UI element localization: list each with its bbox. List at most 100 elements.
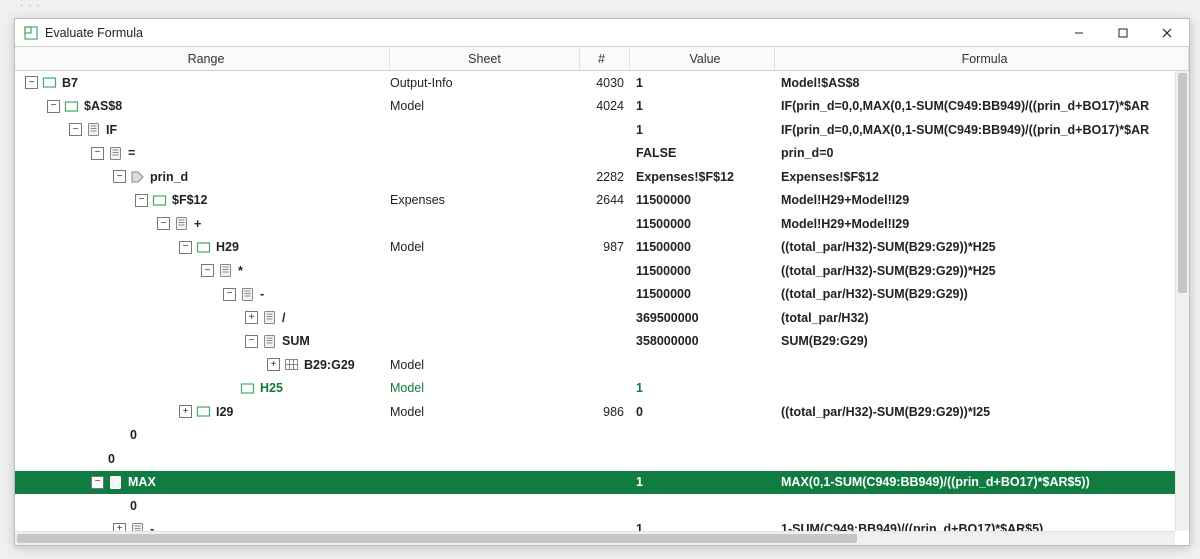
node-formula: 1-SUM(C949:BB949)/((prin_d+BO17)*$AR$5) — [775, 522, 1175, 531]
node-value: 1 — [630, 99, 775, 113]
titlebar[interactable]: Evaluate Formula — [15, 19, 1189, 47]
tree-row[interactable]: −SUM358000000SUM(B29:G29) — [15, 330, 1175, 354]
tree-row[interactable]: +/369500000(total_par/H32) — [15, 306, 1175, 330]
cell-icon — [196, 404, 211, 419]
minimize-button[interactable] — [1057, 19, 1101, 47]
window-title: Evaluate Formula — [45, 26, 143, 40]
node-range: - — [150, 522, 154, 531]
node-formula: MAX(0,1-SUM(C949:BB949)/((prin_d+BO17)*$… — [775, 475, 1175, 489]
node-range: SUM — [282, 334, 310, 348]
header-sheet[interactable]: Sheet — [390, 47, 580, 70]
expand-toggle[interactable]: + — [179, 405, 192, 418]
node-sheet: Model — [390, 99, 580, 113]
node-value: 11500000 — [630, 193, 775, 207]
node-value: Expenses!$F$12 — [630, 170, 775, 184]
node-range: = — [128, 146, 135, 160]
node-range: prin_d — [150, 170, 188, 184]
cell-icon — [196, 240, 211, 255]
node-range: IF — [106, 123, 117, 137]
node-value: 1 — [630, 475, 775, 489]
tree-row[interactable]: −$F$12Expenses264411500000Model!H29+Mode… — [15, 189, 1175, 213]
node-formula: ((total_par/H32)-SUM(B29:G29))*H25 — [775, 240, 1175, 254]
tree-row[interactable]: −MAX1MAX(0,1-SUM(C949:BB949)/((prin_d+BO… — [15, 471, 1175, 495]
node-formula: Model!H29+Model!I29 — [775, 217, 1175, 231]
collapse-toggle[interactable]: − — [91, 476, 104, 489]
collapse-toggle[interactable]: − — [47, 100, 60, 113]
node-value: 11500000 — [630, 264, 775, 278]
node-range: 0 — [130, 499, 137, 513]
tree-row[interactable]: 0 — [15, 424, 1175, 448]
column-headers: Range Sheet # Value Formula — [15, 47, 1189, 71]
horizontal-scroll-thumb[interactable] — [17, 534, 857, 543]
collapse-toggle[interactable]: − — [113, 170, 126, 183]
collapse-toggle[interactable]: − — [245, 335, 258, 348]
tree-row[interactable]: −=FALSEprin_d=0 — [15, 142, 1175, 166]
node-hash: 4030 — [580, 76, 630, 90]
tree-row[interactable]: −-11500000((total_par/H32)-SUM(B29:G29)) — [15, 283, 1175, 307]
node-value: 11500000 — [630, 240, 775, 254]
node-value: 11500000 — [630, 217, 775, 231]
node-sheet: Output-Info — [390, 76, 580, 90]
horizontal-scrollbar[interactable] — [15, 531, 1175, 545]
collapse-toggle[interactable]: − — [25, 76, 38, 89]
node-value: 1 — [630, 123, 775, 137]
collapse-toggle[interactable]: − — [201, 264, 214, 277]
collapse-toggle[interactable]: − — [135, 194, 148, 207]
node-range: $AS$8 — [84, 99, 122, 113]
node-value: 1 — [630, 381, 775, 395]
tree-row[interactable]: −*11500000((total_par/H32)-SUM(B29:G29))… — [15, 259, 1175, 283]
tree-row[interactable]: +I29Model9860((total_par/H32)-SUM(B29:G2… — [15, 400, 1175, 424]
node-range: 0 — [108, 452, 115, 466]
node-range: - — [260, 287, 264, 301]
vertical-scroll-thumb[interactable] — [1178, 73, 1187, 293]
calc-icon — [108, 475, 123, 490]
node-value: 369500000 — [630, 311, 775, 325]
close-button[interactable] — [1145, 19, 1189, 47]
node-hash: 2644 — [580, 193, 630, 207]
tree-row[interactable]: −+11500000Model!H29+Model!I29 — [15, 212, 1175, 236]
expand-toggle[interactable]: + — [113, 523, 126, 531]
grid-icon — [284, 357, 299, 372]
collapse-toggle[interactable]: − — [157, 217, 170, 230]
tree-row[interactable]: 0 — [15, 494, 1175, 518]
expand-toggle[interactable]: + — [245, 311, 258, 324]
tree-row[interactable]: H25Model1 — [15, 377, 1175, 401]
node-hash: 4024 — [580, 99, 630, 113]
tree-body: −B7Output-Info40301Model!$AS$8−$AS$8Mode… — [15, 71, 1189, 545]
node-range: H25 — [260, 381, 283, 395]
node-sheet: Expenses — [390, 193, 580, 207]
tree-row[interactable]: −B7Output-Info40301Model!$AS$8 — [15, 71, 1175, 95]
tree-row[interactable]: −$AS$8Model40241IF(prin_d=0,0,MAX(0,1-SU… — [15, 95, 1175, 119]
cell-icon — [64, 99, 79, 114]
collapse-toggle[interactable]: − — [91, 147, 104, 160]
node-value: 358000000 — [630, 334, 775, 348]
header-formula[interactable]: Formula — [775, 47, 1189, 70]
calc-icon — [86, 122, 101, 137]
tree-row[interactable]: 0 — [15, 447, 1175, 471]
vertical-scrollbar[interactable] — [1175, 71, 1189, 531]
calc-icon — [240, 287, 255, 302]
maximize-button[interactable] — [1101, 19, 1145, 47]
cell-icon — [42, 75, 57, 90]
node-formula: Model!$AS$8 — [775, 76, 1175, 90]
header-value[interactable]: Value — [630, 47, 775, 70]
tree-rows: −B7Output-Info40301Model!$AS$8−$AS$8Mode… — [15, 71, 1175, 531]
tree-row[interactable]: −prin_d2282Expenses!$F$12Expenses!$F$12 — [15, 165, 1175, 189]
node-range: I29 — [216, 405, 233, 419]
node-sheet: Model — [390, 240, 580, 254]
tree-row[interactable]: −H29Model98711500000((total_par/H32)-SUM… — [15, 236, 1175, 260]
expand-toggle[interactable]: + — [267, 358, 280, 371]
collapse-toggle[interactable]: − — [179, 241, 192, 254]
node-range: * — [238, 264, 243, 278]
tree-row[interactable]: +B29:G29Model — [15, 353, 1175, 377]
collapse-toggle[interactable]: − — [69, 123, 82, 136]
collapse-toggle[interactable]: − — [223, 288, 236, 301]
header-hash[interactable]: # — [580, 47, 630, 70]
header-range[interactable]: Range — [15, 47, 390, 70]
node-formula: (total_par/H32) — [775, 311, 1175, 325]
evaluate-formula-window: Evaluate Formula Range Sheet # Value For… — [14, 18, 1190, 546]
node-range: H29 — [216, 240, 239, 254]
node-value: 1 — [630, 522, 775, 531]
tree-row[interactable]: + - 11-SUM(C949:BB949)/((prin_d+BO17)*$AR$… — [15, 518, 1175, 532]
tree-row[interactable]: −IF1IF(prin_d=0,0,MAX(0,1-SUM(C949:BB949… — [15, 118, 1175, 142]
